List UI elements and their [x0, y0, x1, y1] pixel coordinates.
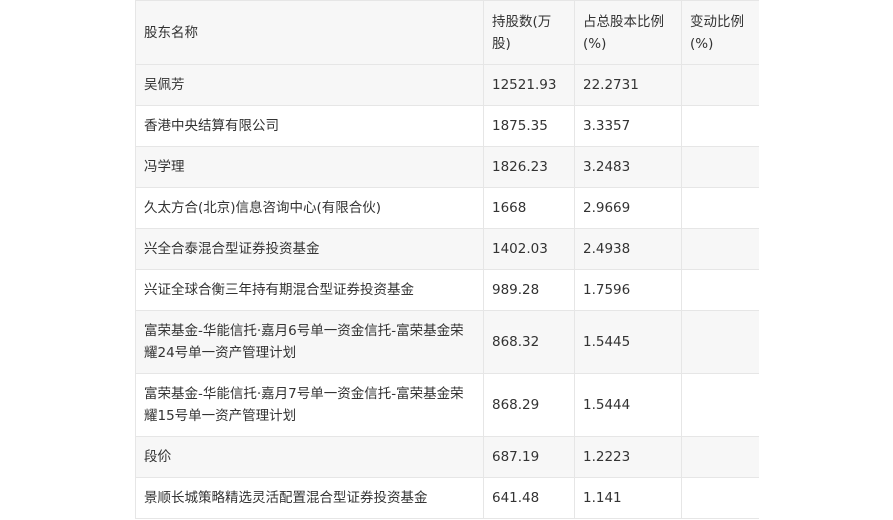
cell-change-ratio [681, 310, 759, 374]
cell-change-ratio [681, 146, 759, 188]
cell-share-ratio: 1.7596 [574, 269, 682, 311]
table-row: 久太方合(北京)信息咨询中心(有限合伙) 1668 2.9669 [135, 187, 759, 229]
cell-change-ratio [681, 64, 759, 106]
cell-shares-held: 1875.35 [483, 105, 575, 147]
cell-share-ratio: 2.4938 [574, 228, 682, 270]
cell-change-ratio [681, 373, 759, 437]
cell-change-ratio [681, 269, 759, 311]
cell-shareholder-name: 段伱 [135, 436, 484, 478]
table-row: 吴佩芳 12521.93 22.2731 [135, 64, 759, 106]
header-change-ratio: 变动比例(%) [681, 0, 759, 65]
cell-change-ratio [681, 228, 759, 270]
cell-shareholder-name: 兴证全球合衡三年持有期混合型证券投资基金 [135, 269, 484, 311]
cell-change-ratio [681, 477, 759, 519]
table-header-row: 股东名称 持股数(万股) 占总股本比例(%) 变动比例(%) [135, 0, 759, 65]
cell-shares-held: 868.32 [483, 310, 575, 374]
header-shareholder-name: 股东名称 [135, 0, 484, 65]
cell-share-ratio: 3.3357 [574, 105, 682, 147]
cell-shares-held: 989.28 [483, 269, 575, 311]
cell-change-ratio [681, 187, 759, 229]
cell-shareholder-name: 冯学理 [135, 146, 484, 188]
cell-shareholder-name: 富荣基金-华能信托·嘉月7号单一资金信托-富荣基金荣耀15号单一资产管理计划 [135, 373, 484, 437]
cell-shareholder-name: 兴全合泰混合型证券投资基金 [135, 228, 484, 270]
table-row: 香港中央结算有限公司 1875.35 3.3357 [135, 105, 759, 147]
cell-share-ratio: 1.5445 [574, 310, 682, 374]
table-row: 段伱 687.19 1.2223 [135, 436, 759, 478]
header-share-ratio: 占总股本比例(%) [574, 0, 682, 65]
top-shareholders-table: 股东名称 持股数(万股) 占总股本比例(%) 变动比例(%) 吴佩芳 12521… [135, 0, 759, 519]
shareholder-table-container: 股东名称 持股数(万股) 占总股本比例(%) 变动比例(%) 吴佩芳 12521… [135, 0, 759, 520]
cell-share-ratio: 1.141 [574, 477, 682, 519]
table-row: 兴证全球合衡三年持有期混合型证券投资基金 989.28 1.7596 [135, 269, 759, 311]
cell-shares-held: 641.48 [483, 477, 575, 519]
cell-shares-held: 1826.23 [483, 146, 575, 188]
cell-share-ratio: 3.2483 [574, 146, 682, 188]
cell-shareholder-name: 香港中央结算有限公司 [135, 105, 484, 147]
cell-shares-held: 12521.93 [483, 64, 575, 106]
table-row: 冯学理 1826.23 3.2483 [135, 146, 759, 188]
cell-shares-held: 1402.03 [483, 228, 575, 270]
cell-change-ratio [681, 105, 759, 147]
table-row: 富荣基金-华能信托·嘉月7号单一资金信托-富荣基金荣耀15号单一资产管理计划 8… [135, 373, 759, 437]
cell-share-ratio: 22.2731 [574, 64, 682, 106]
table-row: 兴全合泰混合型证券投资基金 1402.03 2.4938 [135, 228, 759, 270]
cell-change-ratio [681, 436, 759, 478]
cell-share-ratio: 2.9669 [574, 187, 682, 229]
cell-shares-held: 868.29 [483, 373, 575, 437]
cell-shareholder-name: 久太方合(北京)信息咨询中心(有限合伙) [135, 187, 484, 229]
header-shares-held: 持股数(万股) [483, 0, 575, 65]
cell-share-ratio: 1.2223 [574, 436, 682, 478]
table-row: 景顺长城策略精选灵活配置混合型证券投资基金 641.48 1.141 [135, 477, 759, 519]
cell-shares-held: 687.19 [483, 436, 575, 478]
cell-shareholder-name: 吴佩芳 [135, 64, 484, 106]
cell-shares-held: 1668 [483, 187, 575, 229]
cell-shareholder-name: 富荣基金-华能信托·嘉月6号单一资金信托-富荣基金荣耀24号单一资产管理计划 [135, 310, 484, 374]
cell-share-ratio: 1.5444 [574, 373, 682, 437]
table-row: 富荣基金-华能信托·嘉月6号单一资金信托-富荣基金荣耀24号单一资产管理计划 8… [135, 310, 759, 374]
cell-shareholder-name: 景顺长城策略精选灵活配置混合型证券投资基金 [135, 477, 484, 519]
